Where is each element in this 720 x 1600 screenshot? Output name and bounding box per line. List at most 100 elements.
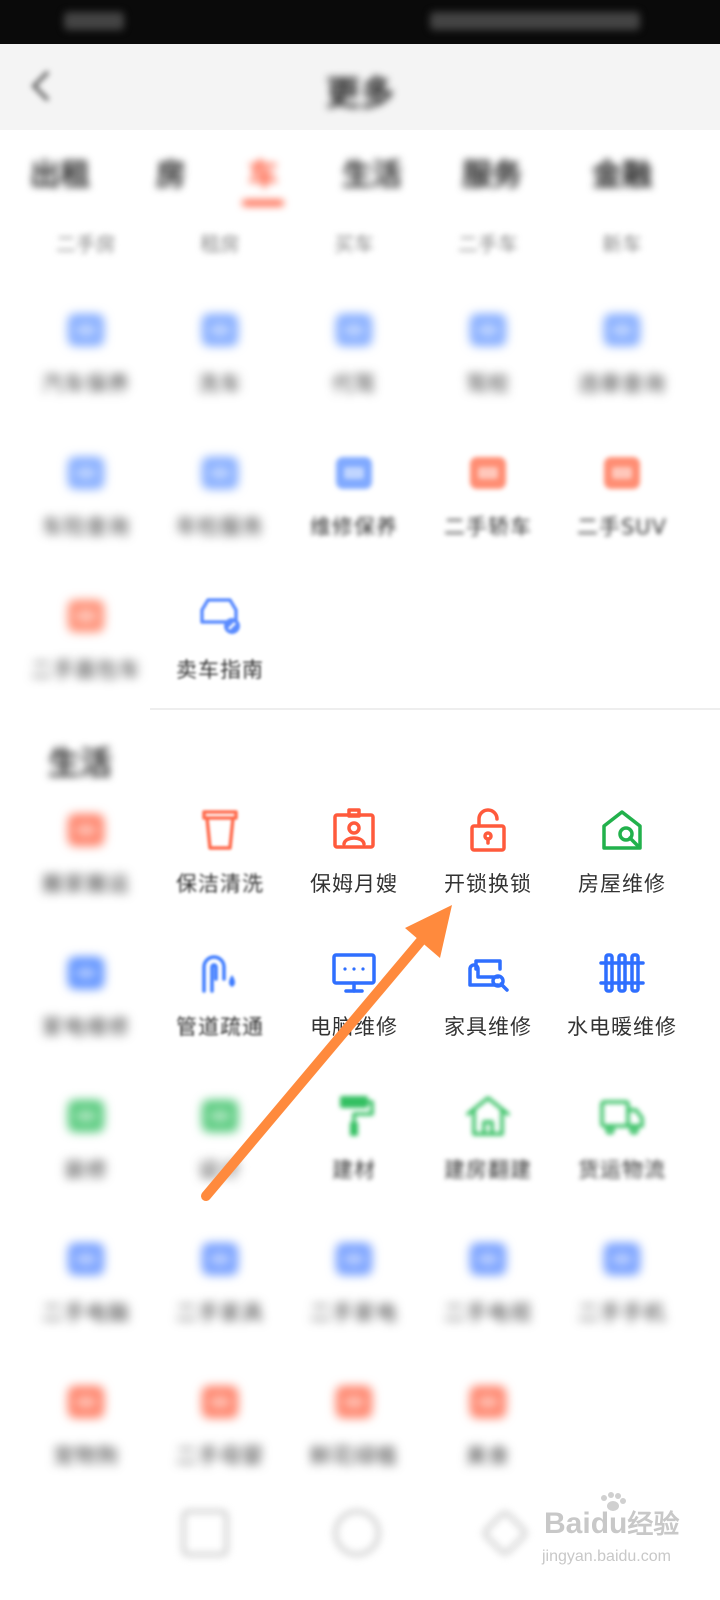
repair-maintenance-icon xyxy=(330,449,378,497)
service-house-build[interactable]: 建房翻建 xyxy=(420,1092,556,1212)
pet-icon xyxy=(62,1378,110,1426)
service-paint-roller[interactable]: 建材 xyxy=(286,1092,422,1212)
service-repair-maintenance[interactable]: 维修保养 xyxy=(286,449,422,569)
service-design[interactable]: 设计 xyxy=(152,1092,288,1212)
cleaning-icon xyxy=(196,806,244,854)
service-used-phone[interactable]: 二手手机 xyxy=(554,1235,690,1355)
tab-car-label: 车 xyxy=(248,158,278,193)
service-nanny[interactable]: 保姆月嫂 xyxy=(286,806,422,926)
status-icons xyxy=(430,12,640,30)
service-heating-repair[interactable]: 水电暖维修 xyxy=(554,949,690,1069)
service-unlock[interactable]: 开锁换锁 xyxy=(420,806,556,926)
service-label: 货运物流 xyxy=(578,1158,666,1182)
service-label: 建房翻建 xyxy=(444,1158,532,1182)
service-pet[interactable]: 宠物狗 xyxy=(18,1378,154,1498)
service-label: 驾校 xyxy=(466,372,510,396)
service-driving-school[interactable]: 驾校 xyxy=(420,306,556,426)
driving-school-icon xyxy=(464,306,512,354)
sub-item[interactable]: 二手车 xyxy=(420,228,556,257)
used-furniture-icon xyxy=(196,1235,244,1283)
recent-apps-button[interactable] xyxy=(182,1510,228,1556)
service-label: 二手母婴 xyxy=(176,1444,264,1468)
pipe-icon xyxy=(196,949,244,997)
service-label: 二手电脑 xyxy=(42,1301,130,1325)
service-used-computer[interactable]: 二手电脑 xyxy=(18,1235,154,1355)
service-used-sedan[interactable]: 二手轿车 xyxy=(420,449,556,569)
service-label: 二手家电 xyxy=(310,1301,398,1325)
car-wash-icon xyxy=(196,306,244,354)
sub-item[interactable]: 新车 xyxy=(554,228,690,257)
tab-house[interactable]: 房 xyxy=(156,150,186,194)
service-used-appliance[interactable]: 二手家电 xyxy=(286,1235,422,1355)
service-appliance-repair[interactable]: 家电维修 xyxy=(18,949,154,1069)
service-flower[interactable]: 鲜花绿植 xyxy=(286,1378,422,1498)
service-used-van[interactable]: 二手面包车 xyxy=(18,592,154,712)
service-label: 鲜花绿植 xyxy=(310,1444,398,1468)
category-tabs: 出租 房 车 生活 服务 金融 xyxy=(0,150,720,220)
tab-finance[interactable]: 金融 xyxy=(592,150,652,194)
service-pipe[interactable]: 管道疏通 xyxy=(152,949,288,1069)
decoration-icon xyxy=(62,1092,110,1140)
heating-repair-icon xyxy=(598,949,646,997)
service-cleaning[interactable]: 保洁清洗 xyxy=(152,806,288,926)
service-moving[interactable]: 搬家搬运 xyxy=(18,806,154,926)
service-computer-repair[interactable]: 电脑维修 xyxy=(286,949,422,1069)
service-car-insurance[interactable]: 车险查询 xyxy=(18,449,154,569)
service-food[interactable]: 美食 xyxy=(420,1378,556,1498)
service-inspection[interactable]: 年检服务 xyxy=(152,449,288,569)
tab-rent[interactable]: 出租 xyxy=(30,150,90,194)
used-tv-icon xyxy=(464,1235,512,1283)
house-repair-icon xyxy=(598,806,646,854)
service-baby[interactable]: 二手母婴 xyxy=(152,1378,288,1498)
service-furniture-repair[interactable]: 家具维修 xyxy=(420,949,556,1069)
used-computer-icon xyxy=(62,1235,110,1283)
tab-service[interactable]: 服务 xyxy=(462,150,522,194)
service-label: 二手面包车 xyxy=(31,658,141,682)
house-build-icon xyxy=(464,1092,512,1140)
car-insurance-icon xyxy=(62,449,110,497)
service-used-suv[interactable]: 二手SUV xyxy=(554,449,690,569)
truck-icon xyxy=(598,1092,646,1140)
service-label: 家电维修 xyxy=(42,1015,130,1039)
service-label: 开锁换锁 xyxy=(444,872,532,896)
service-used-furniture[interactable]: 二手家具 xyxy=(152,1235,288,1355)
service-label: 保洁清洗 xyxy=(176,872,264,896)
status-time xyxy=(64,12,124,30)
flower-icon xyxy=(330,1378,378,1426)
tab-car[interactable]: 车 xyxy=(242,150,284,206)
service-car-wash[interactable]: 洗车 xyxy=(152,306,288,426)
sub-item[interactable]: 二手房 xyxy=(18,228,154,257)
service-label: 电脑维修 xyxy=(310,1015,398,1039)
used-van-icon xyxy=(62,592,110,640)
service-label: 宠物狗 xyxy=(53,1444,119,1468)
section-divider xyxy=(150,708,720,710)
service-label: 设计 xyxy=(198,1158,242,1182)
back-nav-button[interactable] xyxy=(480,1508,530,1558)
food-icon xyxy=(464,1378,512,1426)
service-label: 装修 xyxy=(64,1158,108,1182)
service-decoration[interactable]: 装修 xyxy=(18,1092,154,1212)
appliance-repair-icon xyxy=(62,949,110,997)
sub-item[interactable]: 买车 xyxy=(286,228,422,257)
used-phone-icon xyxy=(598,1235,646,1283)
service-violation[interactable]: 违章查询 xyxy=(554,306,690,426)
app-header: 更多 xyxy=(0,44,720,130)
service-label: 管道疏通 xyxy=(176,1015,264,1039)
tab-life[interactable]: 生活 xyxy=(342,150,402,194)
used-suv-icon xyxy=(598,449,646,497)
service-label: 二手SUV xyxy=(576,515,668,539)
service-driver[interactable]: 代驾 xyxy=(286,306,422,426)
service-used-tv[interactable]: 二手电视 xyxy=(420,1235,556,1355)
design-icon xyxy=(196,1092,244,1140)
service-label: 车险查询 xyxy=(42,515,130,539)
service-house-repair[interactable]: 房屋维修 xyxy=(554,806,690,926)
service-truck[interactable]: 货运物流 xyxy=(554,1092,690,1212)
unlock-icon xyxy=(464,806,512,854)
home-button[interactable] xyxy=(334,1510,380,1556)
service-label: 美食 xyxy=(466,1444,510,1468)
service-sell-car-guide[interactable]: 卖车指南 xyxy=(152,592,288,712)
service-label: 汽车保养 xyxy=(42,372,130,396)
service-car-service[interactable]: 汽车保养 xyxy=(18,306,154,426)
sub-item[interactable]: 租房 xyxy=(152,228,288,257)
service-label: 二手电视 xyxy=(444,1301,532,1325)
